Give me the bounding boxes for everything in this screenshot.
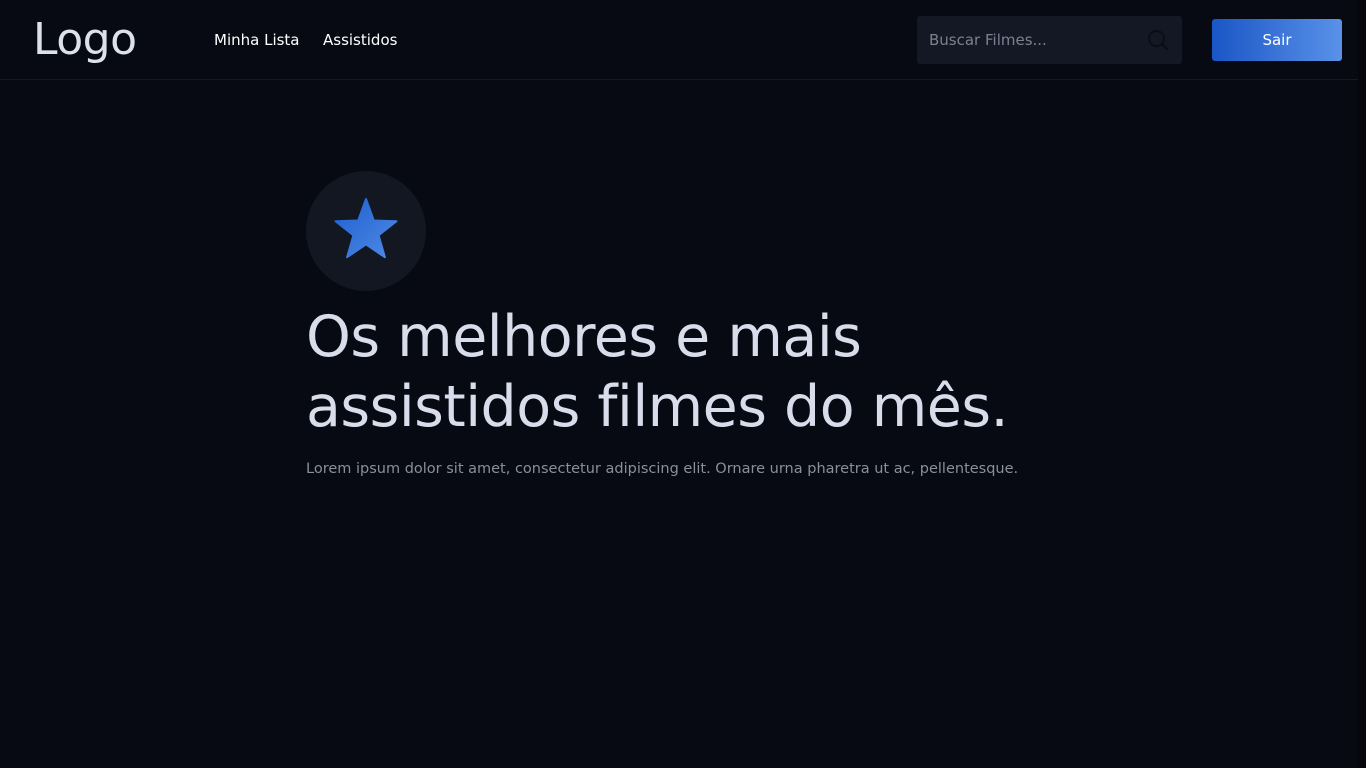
nav-link-assistidos[interactable]: Assistidos bbox=[323, 30, 397, 50]
search-input[interactable] bbox=[917, 16, 1137, 64]
hero-description: Lorem ipsum dolor sit amet, consectetur … bbox=[306, 461, 1019, 477]
star-icon bbox=[334, 198, 398, 259]
logo[interactable]: Logo bbox=[33, 14, 137, 66]
top-header: Logo Minha Lista Assistidos Sair bbox=[0, 0, 1358, 80]
search-box bbox=[917, 16, 1182, 64]
search-icon[interactable] bbox=[1147, 29, 1169, 51]
hero-title-line-1: Os melhores e mais bbox=[306, 304, 862, 370]
hero-title-line-2: assistidos filmes do mês. bbox=[306, 374, 1009, 440]
hero-badge bbox=[306, 171, 426, 291]
logout-button[interactable]: Sair bbox=[1212, 19, 1342, 61]
hero-title: Os melhores e mais assistidos filmes do … bbox=[306, 302, 1106, 442]
page: Logo Minha Lista Assistidos Sair bbox=[0, 0, 1366, 768]
nav-link-minha-lista[interactable]: Minha Lista bbox=[214, 30, 300, 50]
scrollbar[interactable] bbox=[1358, 0, 1366, 768]
